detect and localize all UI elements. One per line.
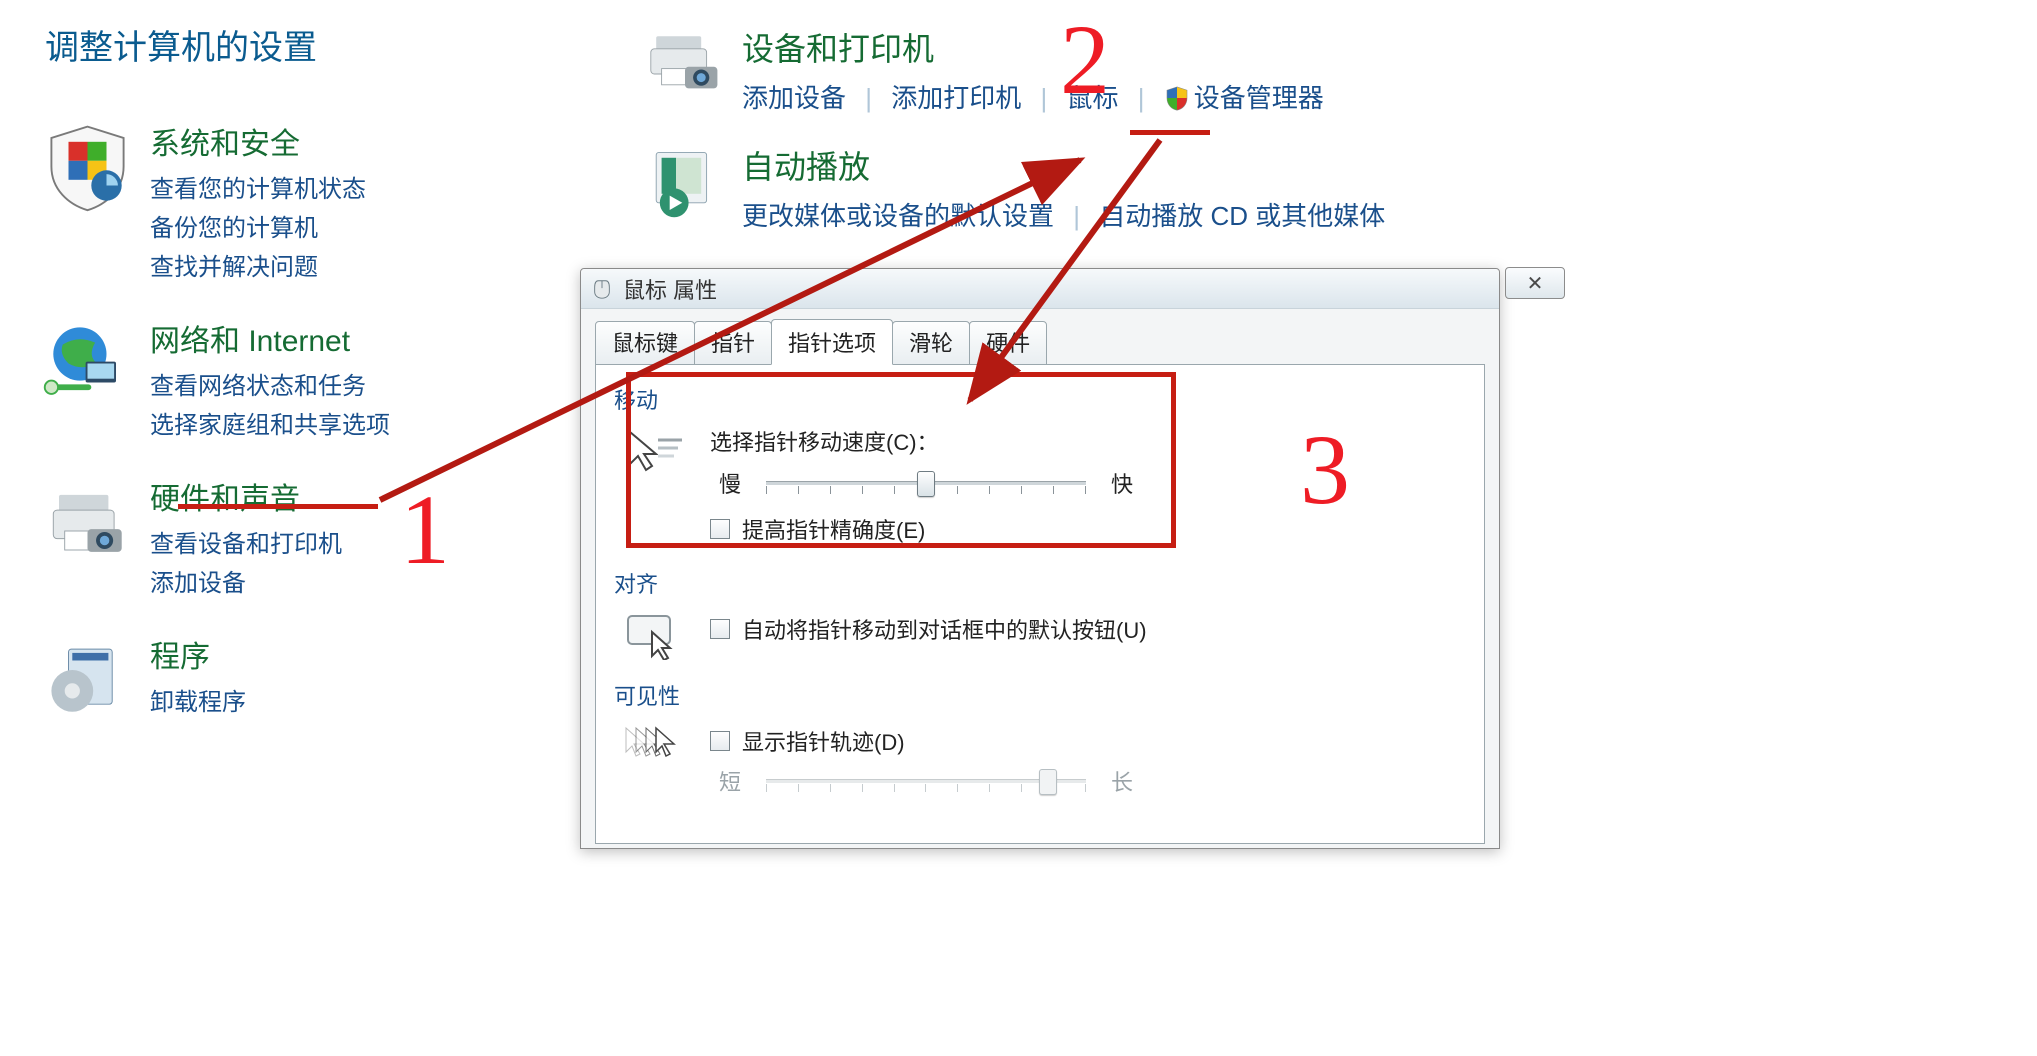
pointer-trail-checkbox[interactable] (710, 731, 730, 751)
link-change-media-defaults[interactable]: 更改媒体或设备的默认设置 (742, 201, 1054, 231)
trail-short-label: 短 (710, 765, 750, 797)
pointer-speed-slider-row: 慢 快 (710, 467, 1466, 499)
page-title: 调整计算机的设置 (45, 20, 600, 69)
link-network-status[interactable]: 查看网络状态和任务 (150, 366, 390, 401)
tab-hardware[interactable]: 硬件 (969, 321, 1047, 365)
separator: | (1138, 83, 1145, 113)
pointer-trail-icon (622, 717, 692, 777)
tab-panel-pointer-options: 移动 选择指针移动速度(C)： 慢 (595, 364, 1485, 844)
group-label-snap: 对齐 (614, 567, 1466, 599)
enhance-precision-checkbox[interactable] (710, 519, 730, 539)
snap-to-checkbox[interactable] (710, 619, 730, 639)
category-heading[interactable]: 硬件和声音 (150, 474, 342, 518)
category-hardware-sound: 硬件和声音 查看设备和打印机 添加设备 (40, 474, 600, 602)
mouse-properties-dialog: 鼠标 属性 ✕ 鼠标键 指针 指针选项 滑轮 硬件 移动 (580, 268, 1500, 849)
link-mouse[interactable]: 鼠标 (1067, 83, 1119, 113)
dialog-title-text: 鼠标 属性 (623, 273, 717, 305)
group-label-visibility: 可见性 (614, 679, 1466, 711)
category-autoplay: 自动播放 更改媒体或设备的默认设置 | 自动播放 CD 或其他媒体 (640, 138, 2020, 233)
group-label-motion: 移动 (614, 383, 1466, 415)
control-panel-left: 调整计算机的设置 系统和安全 查看您的计算机状态 备份您的计算机 查找并解决问题 (40, 20, 600, 757)
group-snap: 对齐 自动将指针移动到对话框中的默认按钮(U) (614, 567, 1466, 665)
link-homegroup-sharing[interactable]: 选择家庭组和共享选项 (150, 405, 390, 440)
category-heading[interactable]: 设备和打印机 (742, 24, 1324, 70)
pointer-trail-slider (766, 766, 1086, 796)
link-add-device[interactable]: 添加设备 (150, 563, 342, 598)
link-device-manager[interactable]: 设备管理器 (1194, 83, 1324, 113)
tab-wheel[interactable]: 滑轮 (892, 321, 970, 365)
link-add-device[interactable]: 添加设备 (742, 83, 846, 113)
annotation-underline-2 (1130, 130, 1210, 135)
category-heading[interactable]: 网络和 Internet (150, 316, 390, 360)
network-globe-icon (40, 316, 135, 411)
snap-to-icon (622, 605, 692, 665)
link-add-printer[interactable]: 添加打印机 (891, 83, 1021, 113)
tab-pointer-options[interactable]: 指针选项 (771, 319, 893, 365)
devices-printers-icon (640, 20, 730, 110)
pointer-speed-label: 选择指针移动速度(C)： (710, 425, 1466, 457)
dialog-close-button[interactable]: ✕ (1505, 267, 1565, 299)
group-visibility: 可见性 显示指针轨迹(D) (614, 679, 1466, 811)
trail-long-label: 长 (1102, 765, 1142, 797)
separator: | (1073, 201, 1080, 231)
link-backup-computer[interactable]: 备份您的计算机 (150, 208, 366, 243)
dialog-tabs: 鼠标键 指针 指针选项 滑轮 硬件 (595, 319, 1485, 365)
devices-links-row: 添加设备 | 添加打印机 | 鼠标 | 设备管理器 (742, 78, 1324, 118)
link-autoplay-cd[interactable]: 自动播放 CD 或其他媒体 (1099, 201, 1385, 231)
mouse-icon (591, 278, 613, 300)
annotation-underline-1 (178, 504, 378, 509)
pointer-trail-label: 显示指针轨迹(D) (742, 725, 905, 757)
pointer-speed-slider[interactable] (766, 468, 1086, 498)
programs-box-icon (40, 632, 135, 727)
link-troubleshoot[interactable]: 查找并解决问题 (150, 247, 366, 282)
slider-fast-label: 快 (1102, 467, 1142, 499)
enhance-precision-row[interactable]: 提高指针精确度(E) (710, 513, 1466, 545)
tab-mouse-buttons[interactable]: 鼠标键 (595, 321, 695, 365)
separator: | (865, 83, 872, 113)
separator: | (1041, 83, 1048, 113)
printer-camera-icon (40, 474, 135, 569)
dialog-titlebar[interactable]: 鼠标 属性 ✕ (581, 269, 1499, 309)
category-devices-printers: 设备和打印机 添加设备 | 添加打印机 | 鼠标 | 设备管理器 (640, 20, 2020, 118)
pointer-trail-slider-row: 短 长 (710, 765, 1466, 797)
category-network: 网络和 Internet 查看网络状态和任务 选择家庭组和共享选项 (40, 316, 600, 444)
category-heading[interactable]: 自动播放 (742, 142, 1385, 188)
tab-pointers[interactable]: 指针 (694, 321, 772, 365)
slider-slow-label: 慢 (710, 467, 750, 499)
link-uninstall-program[interactable]: 卸载程序 (150, 682, 246, 717)
autoplay-links-row: 更改媒体或设备的默认设置 | 自动播放 CD 或其他媒体 (742, 196, 1385, 233)
uac-shield-icon (1164, 85, 1190, 118)
shield-windows-icon (40, 119, 135, 214)
pointer-trail-row[interactable]: 显示指针轨迹(D) (710, 725, 1466, 757)
group-motion: 移动 选择指针移动速度(C)： 慢 (614, 383, 1466, 553)
snap-to-label: 自动将指针移动到对话框中的默认按钮(U) (742, 613, 1147, 645)
enhance-precision-label: 提高指针精确度(E) (742, 513, 925, 545)
category-heading[interactable]: 程序 (150, 632, 246, 676)
pointer-speed-icon (622, 421, 692, 481)
category-heading[interactable]: 系统和安全 (150, 119, 366, 163)
autoplay-icon (640, 138, 730, 228)
category-programs: 程序 卸载程序 (40, 632, 600, 727)
control-panel-right: 设备和打印机 添加设备 | 添加打印机 | 鼠标 | 设备管理器 (640, 20, 2020, 253)
dialog-body: 鼠标键 指针 指针选项 滑轮 硬件 移动 (581, 309, 1499, 848)
snap-to-row[interactable]: 自动将指针移动到对话框中的默认按钮(U) (710, 613, 1466, 645)
link-devices-printers[interactable]: 查看设备和打印机 (150, 524, 342, 559)
category-system-security: 系统和安全 查看您的计算机状态 备份您的计算机 查找并解决问题 (40, 119, 600, 286)
link-view-computer-status[interactable]: 查看您的计算机状态 (150, 169, 366, 204)
